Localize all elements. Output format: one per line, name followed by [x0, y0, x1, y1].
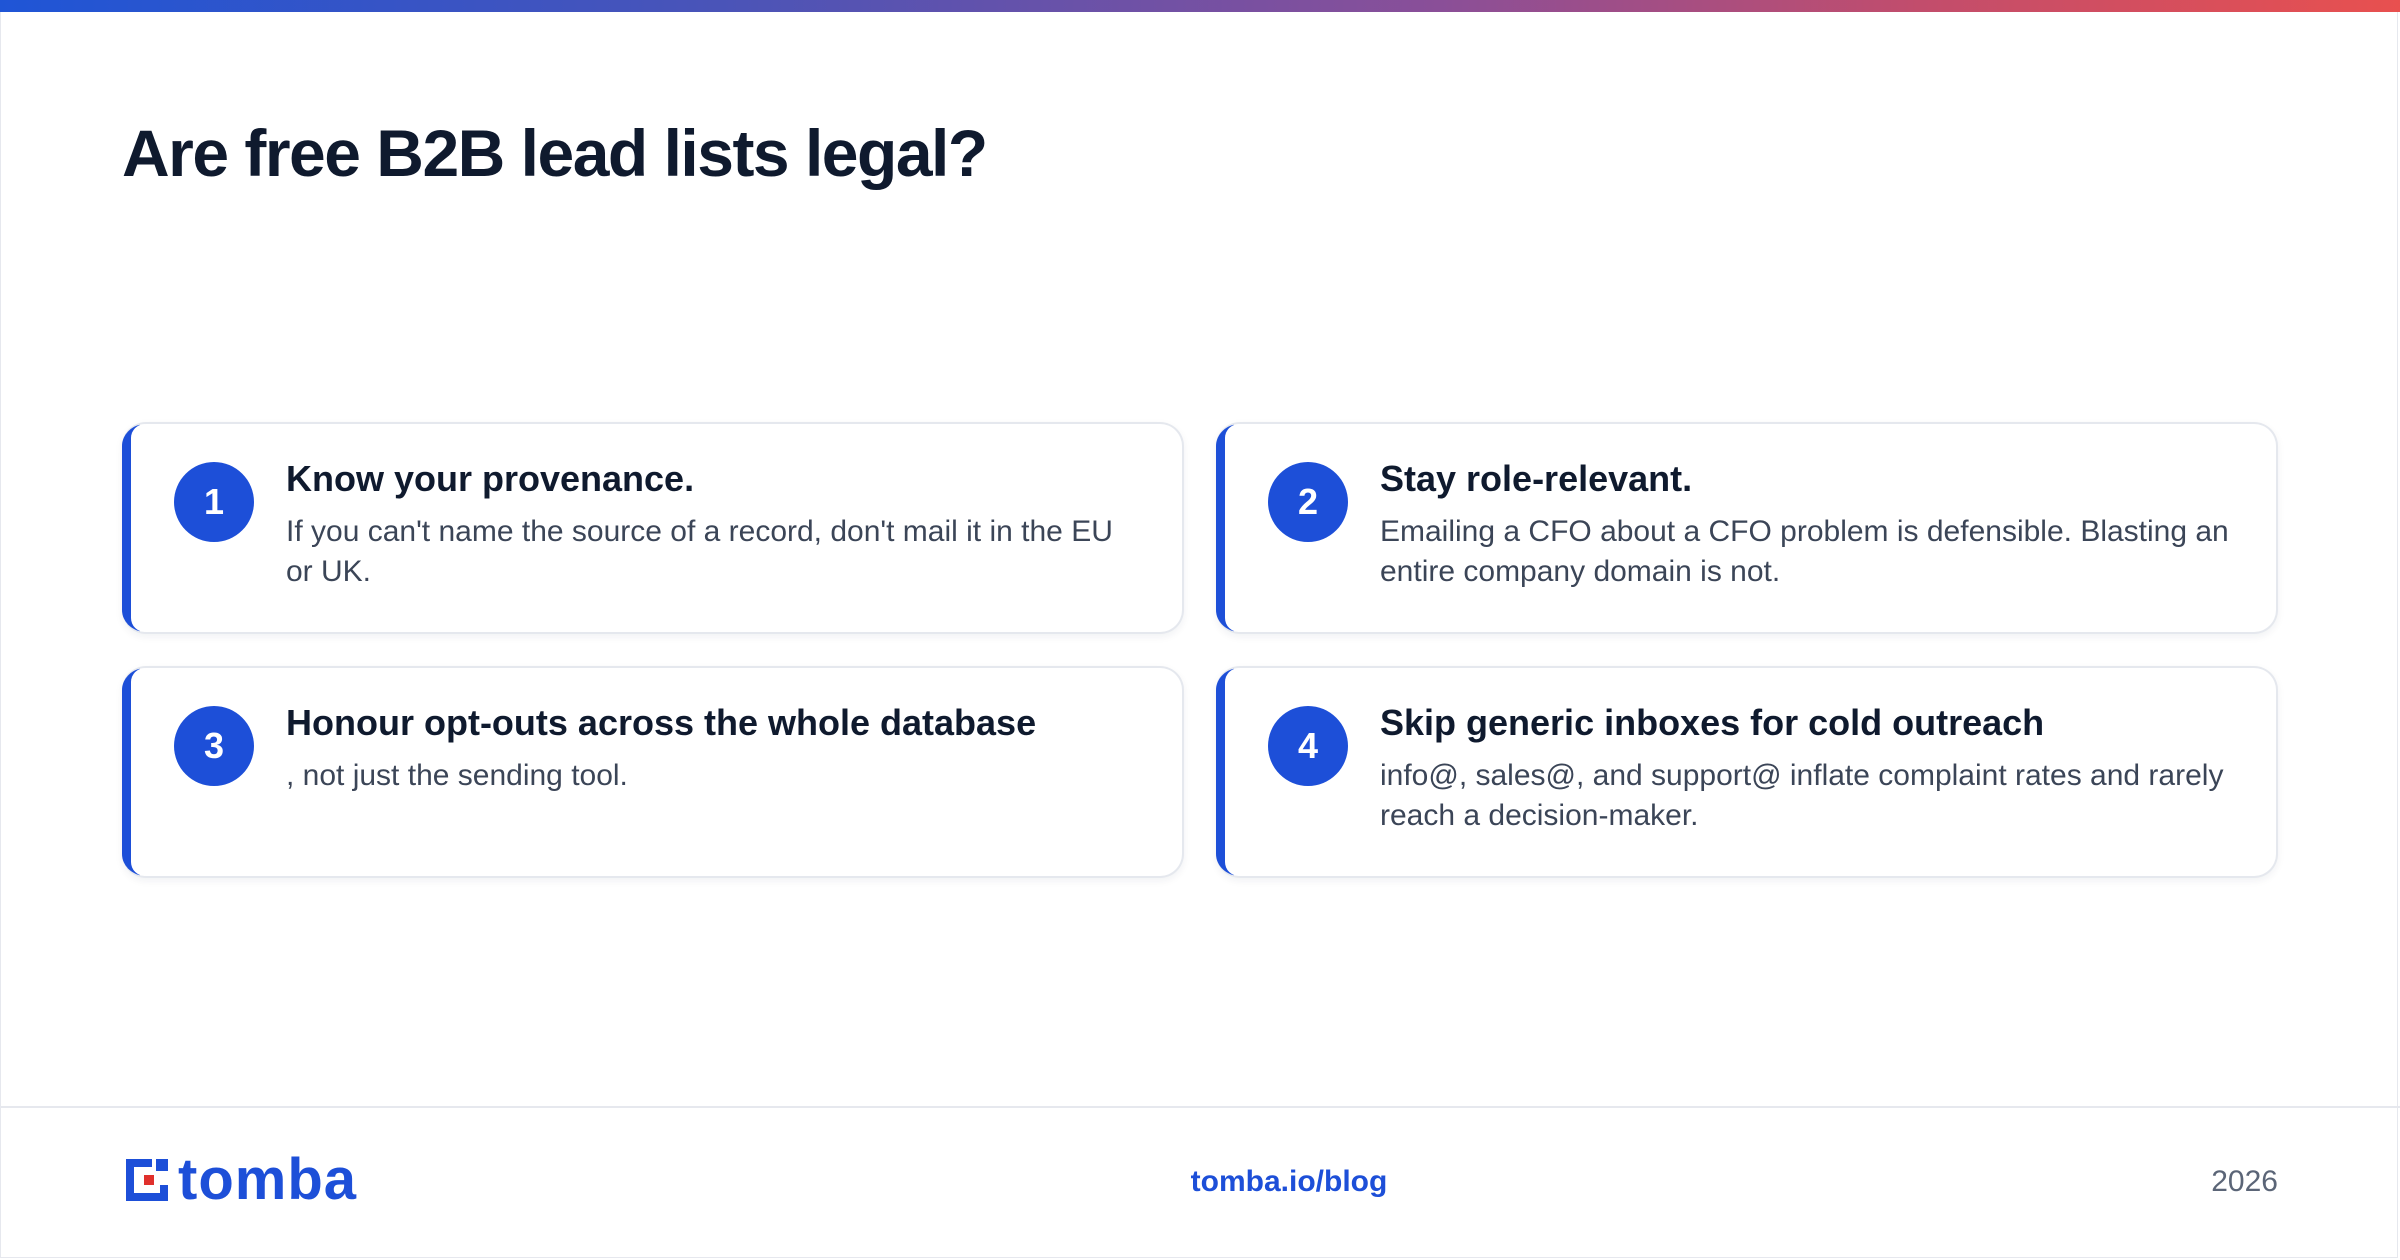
- card-description: , not just the sending tool.: [286, 759, 628, 792]
- tip-card-4: 4 Skip generic inboxes for cold outreach…: [1216, 666, 2278, 878]
- step-number-badge: 3: [174, 706, 254, 786]
- page-title: Are free B2B lead lists legal?: [122, 116, 988, 190]
- card-accent-bar: [1216, 424, 1239, 632]
- card-description: If you can't name the source of a record…: [286, 515, 1113, 588]
- footer-divider: [0, 1106, 2400, 1108]
- footer-year: 2026: [2211, 1165, 2278, 1198]
- step-number-badge: 4: [1268, 706, 1348, 786]
- card-description: info@, sales@, and support@ inflate comp…: [1380, 759, 2224, 832]
- top-gradient-bar: [0, 0, 2400, 12]
- tip-card-1: 1 Know your provenance. If you can't nam…: [122, 422, 1184, 634]
- card-description: Emailing a CFO about a CFO problem is de…: [1380, 515, 2229, 588]
- card-accent-bar: [122, 668, 145, 876]
- footer-link-container: tomba.io/blog: [0, 1162, 2400, 1202]
- blog-link[interactable]: tomba.io/blog: [1191, 1165, 1388, 1198]
- card-heading: Know your provenance.: [286, 458, 695, 499]
- tip-card-2: 2 Stay role-relevant. Emailing a CFO abo…: [1216, 422, 2278, 634]
- card-heading: Honour opt-outs across the whole databas…: [286, 702, 1037, 743]
- card-accent-bar: [122, 424, 145, 632]
- step-number-badge: 2: [1268, 462, 1348, 542]
- card-accent-bar: [1216, 668, 1239, 876]
- step-number-badge: 1: [174, 462, 254, 542]
- card-heading: Skip generic inboxes for cold outreach: [1380, 702, 2045, 743]
- tip-card-3: 3 Honour opt-outs across the whole datab…: [122, 666, 1184, 878]
- card-heading: Stay role-relevant.: [1380, 458, 1693, 499]
